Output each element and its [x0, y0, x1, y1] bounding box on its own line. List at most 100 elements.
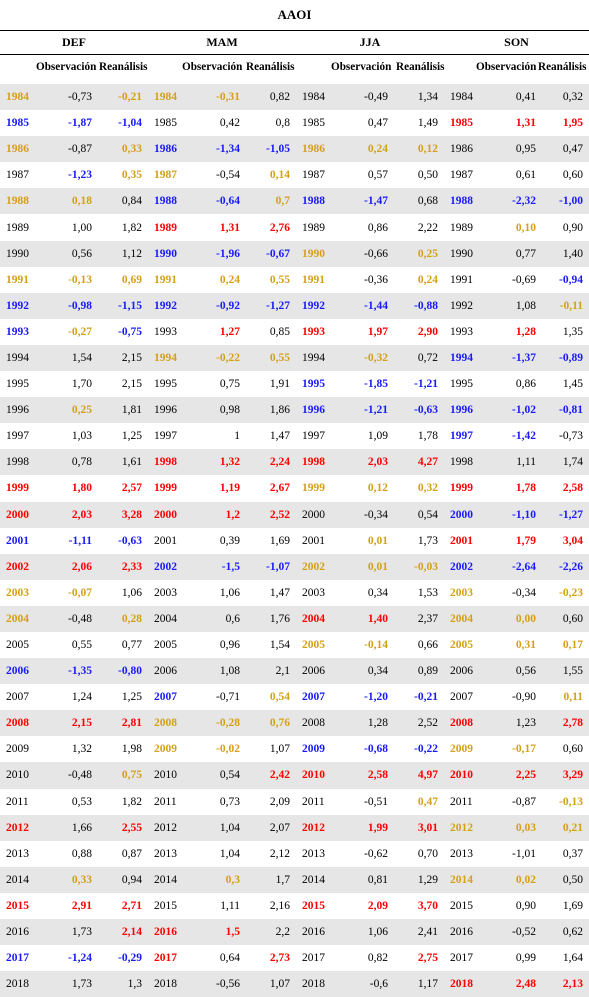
son-year-cell: 2011 — [450, 795, 473, 808]
def-reanalysis-cell: 0,75 — [98, 762, 148, 789]
son-observation-cell: 1,79 — [515, 534, 536, 547]
son-observation-cell: -1,42 — [512, 430, 536, 443]
mam-observation-cell: 1,19 — [219, 482, 240, 495]
son-reanalysis-cell: 0,21 — [542, 814, 589, 841]
def-observation-cell: 0,25 — [38, 397, 98, 424]
mam-reanalysis-cell: 1,07 — [246, 971, 296, 997]
mam-year-cell: 1991 — [154, 273, 177, 286]
table-row: 2013 0,88 0,87 2013 1,04 2,12 2013 -0,62 0,70 201… — [0, 841, 589, 867]
def-year-cell: 2012 — [0, 814, 38, 841]
jja-reanalysis-cell: -1,21 — [414, 378, 438, 391]
jja-reanalysis-cell: 0,12 — [394, 136, 444, 163]
jja-observation-cell: -0,68 — [364, 743, 388, 756]
son-year-cell: 1988 — [444, 188, 482, 215]
jja-observation-cell: 0,34 — [334, 658, 394, 685]
mam-reanalysis-cell: 1,54 — [269, 639, 290, 652]
def-observation-cell: 1,73 — [38, 971, 98, 997]
mam-year-cell: 1985 — [154, 117, 177, 130]
col-header-obs-son: Observación — [476, 61, 537, 73]
jja-reanalysis-cell: -0,21 — [414, 691, 438, 704]
jja-reanalysis-cell: 0,47 — [417, 795, 438, 808]
def-reanalysis-cell: 0,69 — [121, 273, 142, 286]
son-observation-cell: 1,28 — [515, 325, 536, 338]
son-observation-cell: 0,86 — [515, 378, 536, 391]
mam-year-cell: 2007 — [154, 691, 177, 704]
mam-year-cell: 2018 — [148, 971, 186, 997]
jja-observation-cell: -0,32 — [334, 344, 394, 372]
def-year-cell: 2000 — [0, 501, 38, 528]
def-year-cell: 2003 — [6, 586, 29, 599]
son-year-cell: 2000 — [444, 501, 482, 528]
jja-year-cell: 2007 — [302, 691, 325, 704]
jja-observation-cell: -0,51 — [364, 795, 388, 808]
son-reanalysis-cell: 1,40 — [542, 240, 589, 267]
mam-observation-cell: 1,32 — [186, 449, 246, 476]
table-row: 1999 1,80 2,57 1999 1,19 2,67 1999 0,12 0,32 1999… — [0, 475, 589, 501]
son-year-cell: 2014 — [444, 866, 482, 893]
jja-reanalysis-cell: 1,53 — [417, 586, 438, 599]
mam-observation-cell: 0,73 — [219, 795, 240, 808]
mam-observation-cell: 0,98 — [186, 397, 246, 424]
def-observation-cell: -0,73 — [38, 84, 98, 111]
mam-reanalysis-cell: 1,07 — [269, 743, 290, 756]
son-observation-cell: 0,95 — [482, 136, 542, 163]
son-reanalysis-cell: 0,60 — [562, 169, 583, 182]
mam-reanalysis-cell: 0,76 — [246, 710, 296, 737]
def-year-cell: 1991 — [6, 273, 29, 286]
mam-year-cell: 2003 — [154, 586, 177, 599]
jja-reanalysis-cell: 2,75 — [417, 952, 438, 965]
son-observation-cell: -2,64 — [482, 553, 542, 580]
son-observation-cell: -1,01 — [512, 847, 536, 860]
mam-year-cell: 2000 — [148, 501, 186, 528]
son-year-cell: 1985 — [450, 117, 473, 130]
mam-year-cell: 1990 — [148, 240, 186, 267]
jja-year-cell: 2001 — [302, 534, 325, 547]
mam-reanalysis-cell: 2,52 — [246, 501, 296, 528]
jja-reanalysis-cell: -0,88 — [394, 292, 444, 319]
def-year-cell: 1993 — [6, 325, 29, 338]
jja-observation-cell: -0,34 — [334, 501, 394, 528]
son-observation-cell: -0,17 — [512, 743, 536, 756]
jja-year-cell: 2017 — [302, 952, 325, 965]
def-year-cell: 1990 — [0, 240, 38, 267]
son-reanalysis-cell: -0,73 — [559, 430, 583, 443]
mam-reanalysis-cell: 2,76 — [269, 221, 290, 234]
jja-reanalysis-cell: 1,34 — [394, 84, 444, 111]
def-year-cell: 1998 — [0, 449, 38, 476]
mam-observation-cell: -0,92 — [186, 292, 246, 319]
def-year-cell: 2009 — [6, 743, 29, 756]
mam-year-cell: 2008 — [148, 710, 186, 737]
def-reanalysis-cell: -0,63 — [118, 534, 142, 547]
col-header-rea-jja: Reanálisis — [396, 61, 445, 73]
son-year-cell: 2009 — [450, 743, 473, 756]
table-row: 1986 -0,87 0,33 1986 -1,34 -1,05 1986 0,24 0,12 1… — [0, 136, 589, 163]
jja-year-cell: 1990 — [296, 240, 334, 267]
son-year-cell: 2007 — [450, 691, 473, 704]
son-reanalysis-cell: 1,95 — [562, 117, 583, 130]
def-year-cell: 1984 — [0, 84, 38, 111]
jja-reanalysis-cell: 0,70 — [417, 847, 438, 860]
mam-observation-cell: 1,04 — [219, 847, 240, 860]
son-reanalysis-cell: 0,32 — [542, 84, 589, 111]
jja-observation-cell: -1,85 — [364, 378, 388, 391]
son-year-cell: 1984 — [444, 84, 482, 111]
def-observation-cell: 2,06 — [38, 553, 98, 580]
son-observation-cell: -1,02 — [482, 397, 542, 424]
mam-reanalysis-cell: 2,09 — [269, 795, 290, 808]
mam-year-cell: 2015 — [154, 899, 177, 912]
mam-observation-cell: -1,96 — [186, 240, 246, 267]
def-observation-cell: 1,54 — [38, 344, 98, 372]
col-header-rea-def: Reanálisis — [99, 61, 148, 73]
son-observation-cell: -0,87 — [512, 795, 536, 808]
son-year-cell: 2012 — [444, 814, 482, 841]
jja-reanalysis-cell: 0,54 — [394, 501, 444, 528]
def-year-cell: 2007 — [6, 691, 29, 704]
col-header-obs-mam: Observación — [182, 61, 243, 73]
jja-reanalysis-cell: 0,89 — [394, 658, 444, 685]
jja-observation-cell: -1,47 — [334, 188, 394, 215]
table-row: 1989 1,00 1,82 1989 1,31 2,76 1989 0,86 2,22 1989… — [0, 214, 589, 240]
son-observation-cell: 2,25 — [482, 762, 542, 789]
mam-year-cell: 1996 — [148, 397, 186, 424]
def-observation-cell: 1,70 — [71, 378, 92, 391]
son-observation-cell: -0,90 — [512, 691, 536, 704]
